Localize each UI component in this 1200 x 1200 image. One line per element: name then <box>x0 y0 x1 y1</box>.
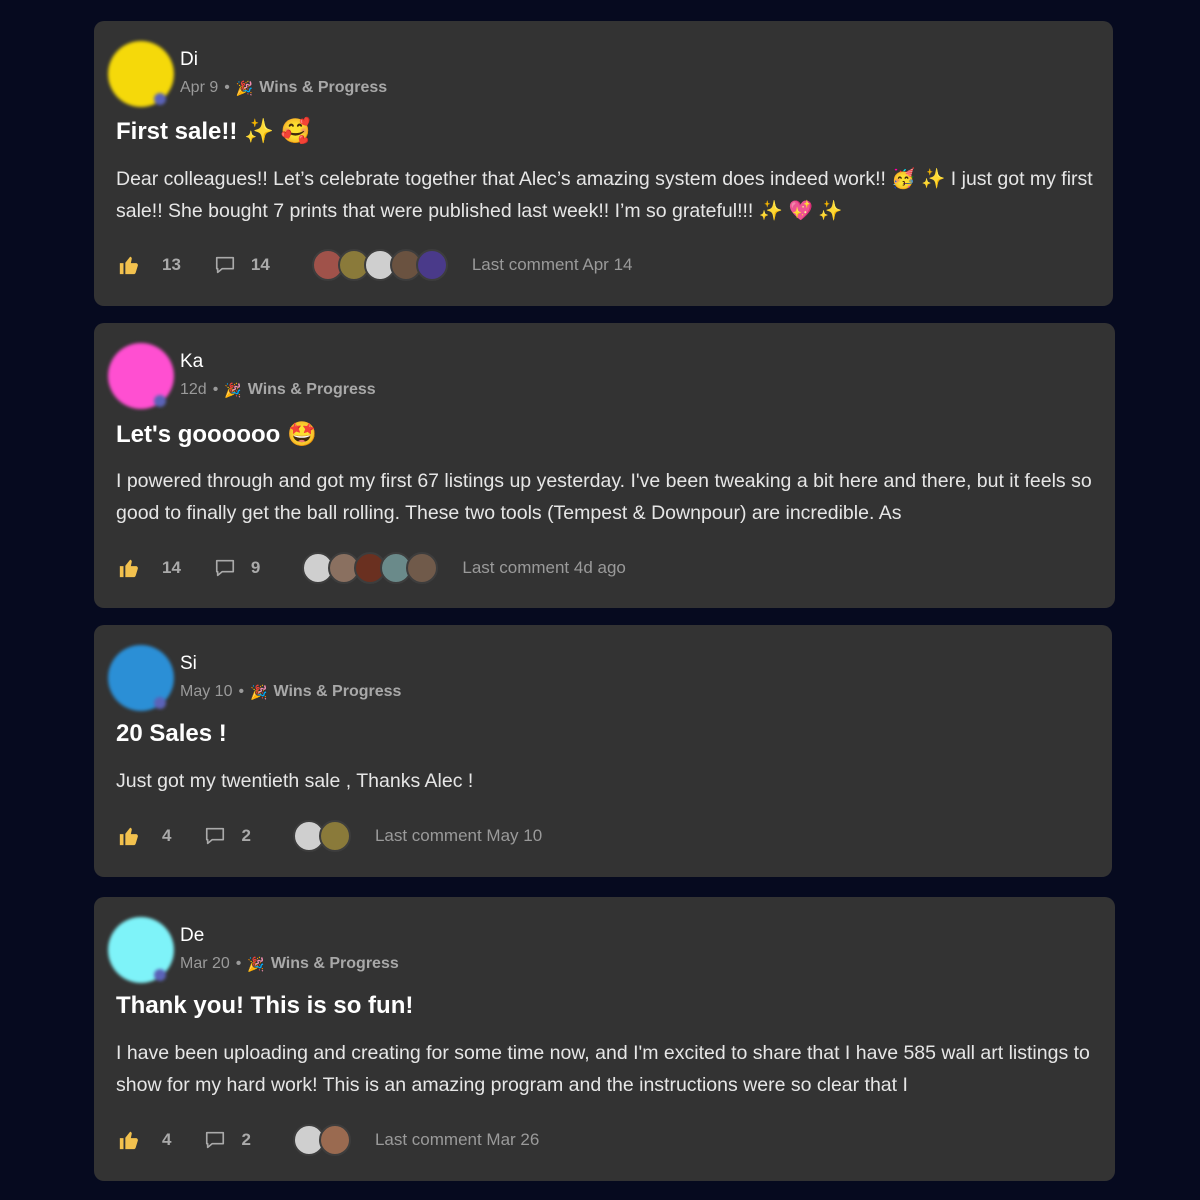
comment-icon[interactable] <box>203 1129 227 1151</box>
avatar[interactable] <box>108 41 174 107</box>
comment-icon[interactable] <box>213 557 237 579</box>
party-popper-icon: 🎉 <box>224 381 242 398</box>
last-comment: Last comment Apr 14 <box>471 255 633 274</box>
commenter-avatars[interactable] <box>311 249 448 281</box>
post-meta: Apr 9 • 🎉 Wins & Progress <box>180 79 388 97</box>
post-stats: 14 9 Last comment 4d ago <box>118 551 626 585</box>
post-card[interactable]: Si May 10 • 🎉 Wins & Progress 20 Sales !… <box>94 625 1112 877</box>
post-date: Mar 20 <box>180 955 230 972</box>
post-body[interactable]: Just got my twentieth sale , Thanks Alec… <box>116 765 1092 797</box>
category-label[interactable]: Wins & Progress <box>271 955 399 973</box>
party-popper-icon: 🎉 <box>250 683 268 700</box>
post-body[interactable]: I powered through and got my first 67 li… <box>116 465 1095 529</box>
post-stats: 4 2 Last comment Mar 26 <box>118 1123 539 1157</box>
commenter-avatars[interactable] <box>292 820 351 852</box>
post-card[interactable]: Ka 12d • 🎉 Wins & Progress Let's goooooo… <box>94 323 1115 608</box>
avatar[interactable] <box>108 645 174 711</box>
like-count: 14 <box>162 558 181 577</box>
commenter-avatars[interactable] <box>292 1124 351 1156</box>
last-comment: Last comment 4d ago <box>462 558 626 577</box>
commenter-avatar[interactable] <box>318 820 351 852</box>
last-comment: Last comment May 10 <box>374 826 543 845</box>
party-popper-icon: 🎉 <box>235 79 254 96</box>
author-name[interactable]: Si <box>180 653 197 675</box>
post-stats: 4 2 Last comment May 10 <box>118 819 542 853</box>
commenter-avatar[interactable] <box>415 249 448 281</box>
author-name[interactable]: De <box>180 925 204 947</box>
post-body[interactable]: Dear colleagues!! Let’s celebrate togeth… <box>116 163 1093 227</box>
last-comment: Last comment Mar 26 <box>374 1130 540 1149</box>
post-title[interactable]: 20 Sales ! <box>116 720 227 748</box>
like-count: 4 <box>162 1130 172 1149</box>
commenter-avatar[interactable] <box>406 552 439 584</box>
comment-icon[interactable] <box>213 254 237 276</box>
like-count: 4 <box>162 826 172 845</box>
author-name[interactable]: Ka <box>180 351 203 373</box>
post-meta: 12d • 🎉 Wins & Progress <box>180 381 376 399</box>
thumbs-up-icon[interactable] <box>118 254 140 276</box>
thumbs-up-icon[interactable] <box>118 825 140 847</box>
category-label[interactable]: Wins & Progress <box>259 79 387 97</box>
post-meta: Mar 20 • 🎉 Wins & Progress <box>180 955 399 973</box>
thumbs-up-icon[interactable] <box>118 1129 140 1151</box>
comment-icon[interactable] <box>203 825 227 847</box>
post-stats: 13 14 Last comment Apr 14 <box>118 248 632 282</box>
post-date: May 10 <box>180 683 233 700</box>
commenter-avatars[interactable] <box>302 552 439 584</box>
post-title[interactable]: Thank you! This is so fun! <box>116 992 413 1020</box>
comment-count: 9 <box>250 558 261 577</box>
thumbs-up-icon[interactable] <box>118 557 140 579</box>
post-date: 12d <box>180 381 207 398</box>
category-label[interactable]: Wins & Progress <box>274 683 402 701</box>
post-meta: May 10 • 🎉 Wins & Progress <box>180 683 402 701</box>
post-title[interactable]: First sale!! ✨ 🥰 <box>116 117 310 146</box>
post-date: Apr 9 <box>180 79 219 96</box>
category-label[interactable]: Wins & Progress <box>248 381 376 399</box>
comment-count: 2 <box>241 1130 251 1149</box>
post-title[interactable]: Let's goooooo 🤩 <box>116 420 317 449</box>
author-name[interactable]: Di <box>180 49 198 71</box>
post-card[interactable]: Di Apr 9 • 🎉 Wins & Progress First sale!… <box>94 21 1113 306</box>
avatar[interactable] <box>108 343 174 409</box>
like-count: 13 <box>162 255 181 274</box>
post-body[interactable]: I have been uploading and creating for s… <box>116 1037 1095 1101</box>
party-popper-icon: 🎉 <box>247 955 265 972</box>
avatar[interactable] <box>108 917 174 983</box>
commenter-avatar[interactable] <box>318 1124 351 1156</box>
comment-count: 14 <box>250 255 270 274</box>
comment-count: 2 <box>241 826 251 845</box>
post-card[interactable]: De Mar 20 • 🎉 Wins & Progress Thank you!… <box>94 897 1115 1181</box>
